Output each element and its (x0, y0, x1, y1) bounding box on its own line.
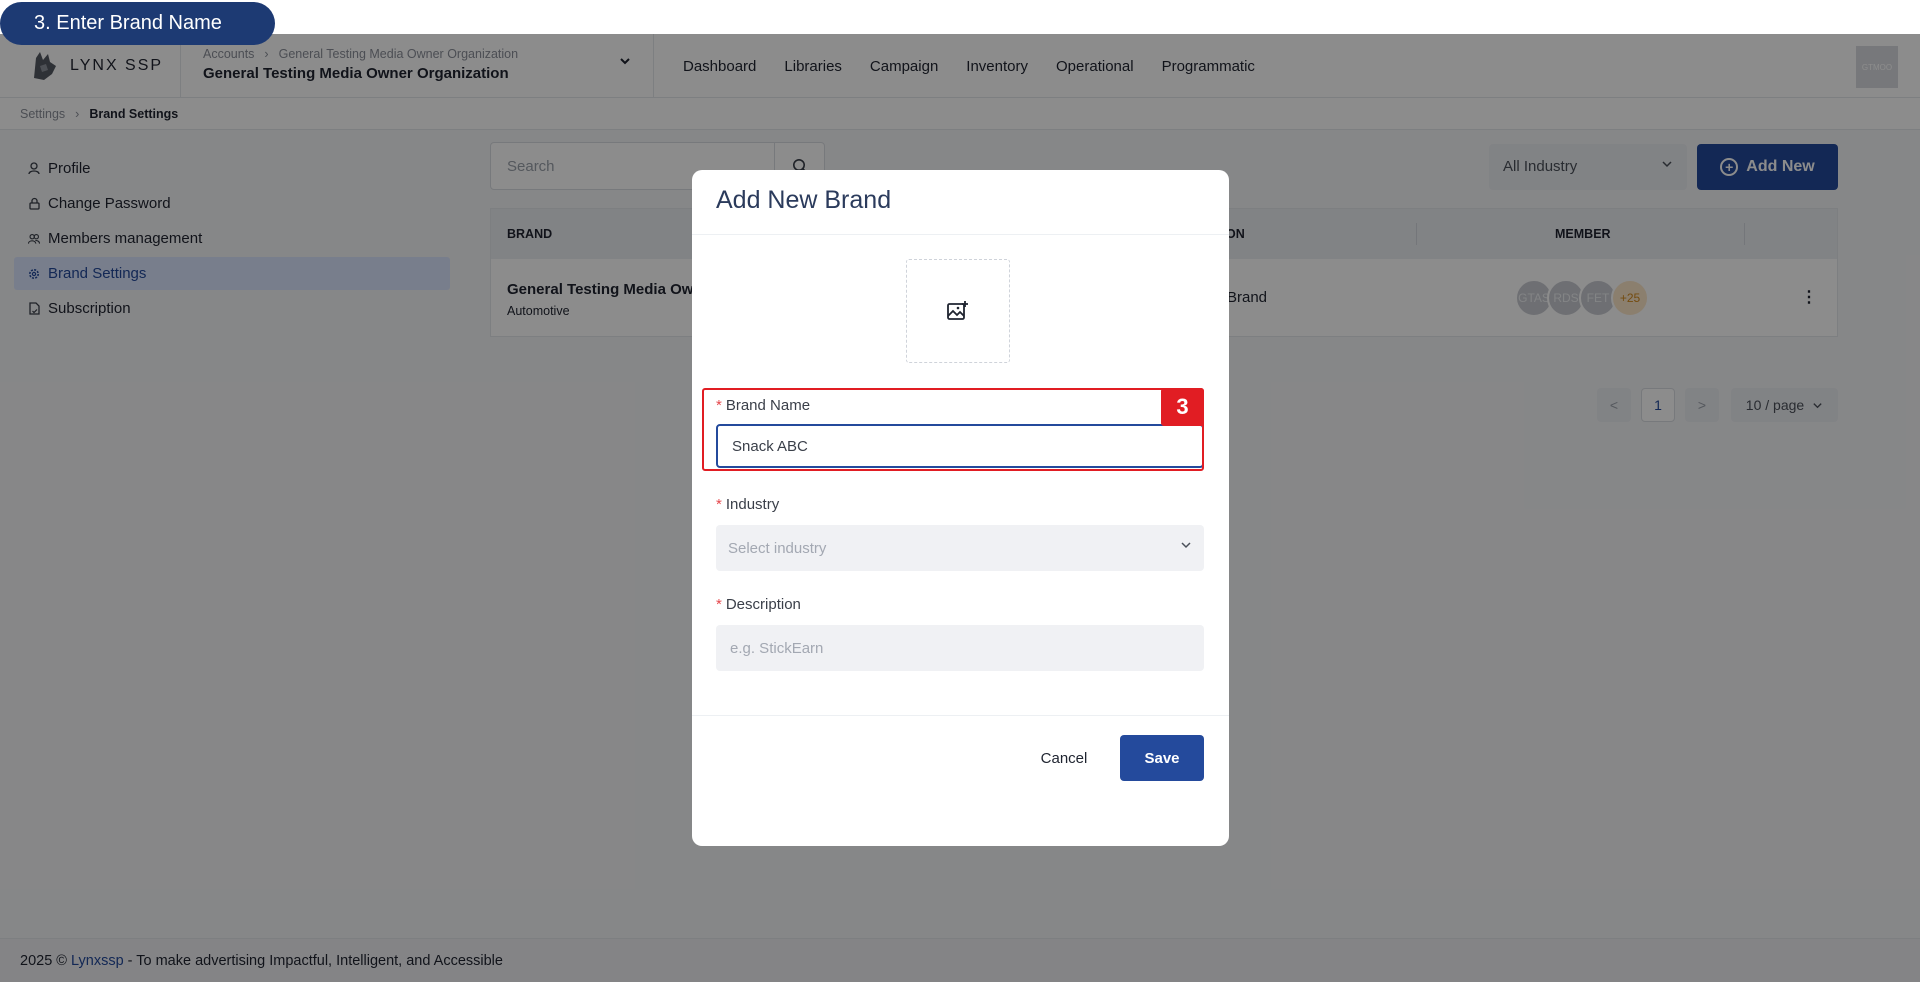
chevron-down-icon (1180, 538, 1192, 554)
industry-label: * Industry (716, 496, 779, 513)
description-placeholder: e.g. StickEarn (730, 640, 824, 657)
description-input[interactable]: e.g. StickEarn (716, 625, 1204, 671)
description-label: * Description (716, 596, 801, 613)
brand-name-input[interactable]: Snack ABC (716, 424, 1204, 468)
industry-select[interactable]: Select industry (716, 525, 1204, 571)
divider (692, 715, 1229, 716)
brand-name-label: * Brand Name (716, 397, 810, 414)
industry-label-text: Industry (725, 496, 780, 513)
image-add-icon (947, 301, 968, 320)
description-label-text: Description (725, 596, 801, 613)
logo-upload[interactable] (906, 259, 1010, 363)
cancel-button[interactable]: Cancel (1028, 735, 1100, 781)
brand-name-value: Snack ABC (732, 438, 808, 455)
divider (692, 234, 1229, 235)
required-mark: * (716, 397, 722, 414)
modal-title: Add New Brand (716, 186, 892, 214)
step-banner: 3. Enter Brand Name (0, 2, 275, 45)
top-strip (0, 0, 1920, 34)
industry-placeholder: Select industry (728, 540, 827, 557)
add-brand-modal: Add New Brand * Brand Name Snack ABC 3 * I… (692, 170, 1229, 846)
save-button[interactable]: Save (1120, 735, 1204, 781)
required-mark: * (716, 596, 722, 613)
brand-name-label-text: Brand Name (725, 397, 811, 414)
step-number-badge: 3 (1161, 388, 1204, 426)
required-mark: * (716, 496, 722, 513)
